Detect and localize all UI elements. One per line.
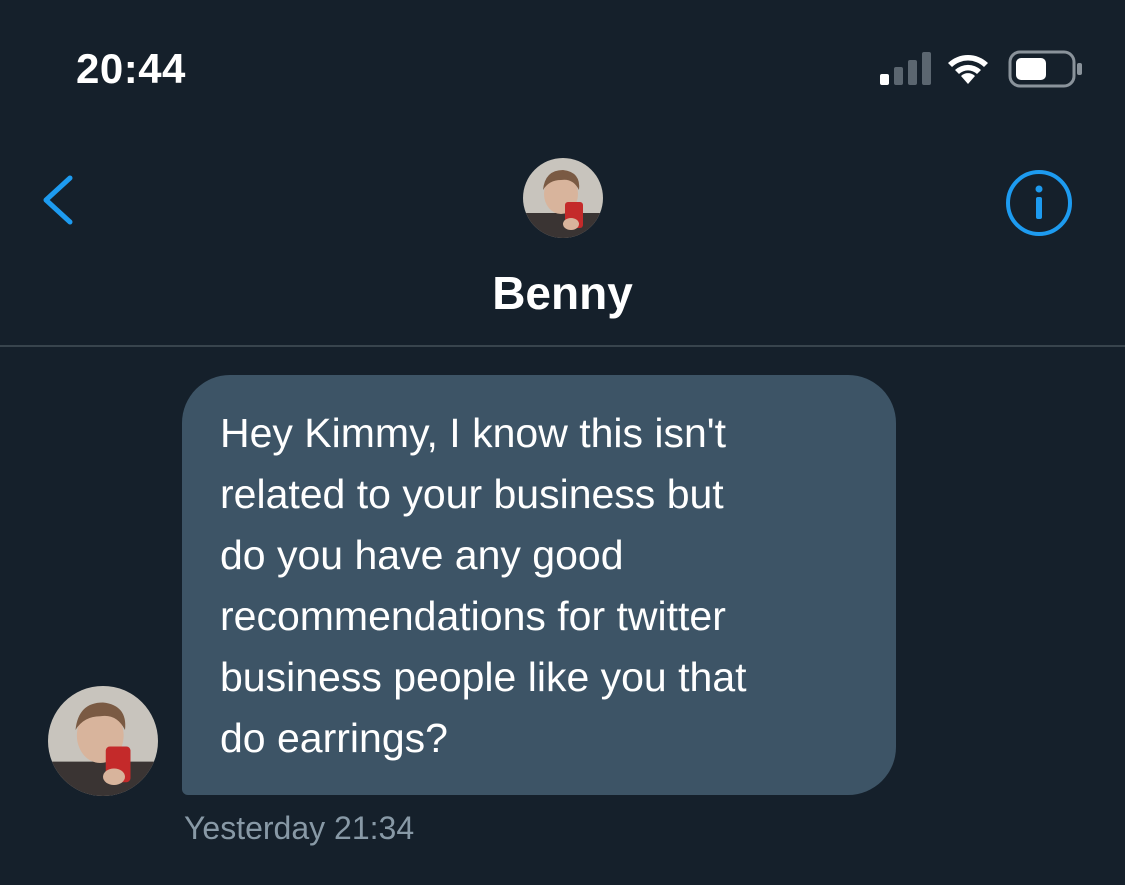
status-bar: 20:44 [0,0,1125,120]
message-text: Hey Kimmy, I know this isn't related to … [220,410,747,761]
cellular-signal-icon [880,52,931,85]
wifi-icon [948,55,988,84]
header-divider [0,345,1125,347]
sender-avatar[interactable] [48,686,158,796]
contact-avatar[interactable] [523,158,603,238]
message-timestamp: Yesterday 21:34 [184,810,415,846]
back-button[interactable] [30,170,90,230]
avatar-image [523,158,603,238]
chevron-left-icon [43,175,73,225]
conversation-header: Benny [0,120,1125,346]
message-bubble[interactable]: Hey Kimmy, I know this isn't related to … [182,375,896,795]
info-button[interactable] [1004,168,1074,238]
avatar-image [48,686,158,796]
battery-icon [1008,50,1082,88]
status-time: 20:44 [76,45,186,92]
info-circle-icon [1006,170,1072,236]
contact-name: Benny [492,267,633,319]
